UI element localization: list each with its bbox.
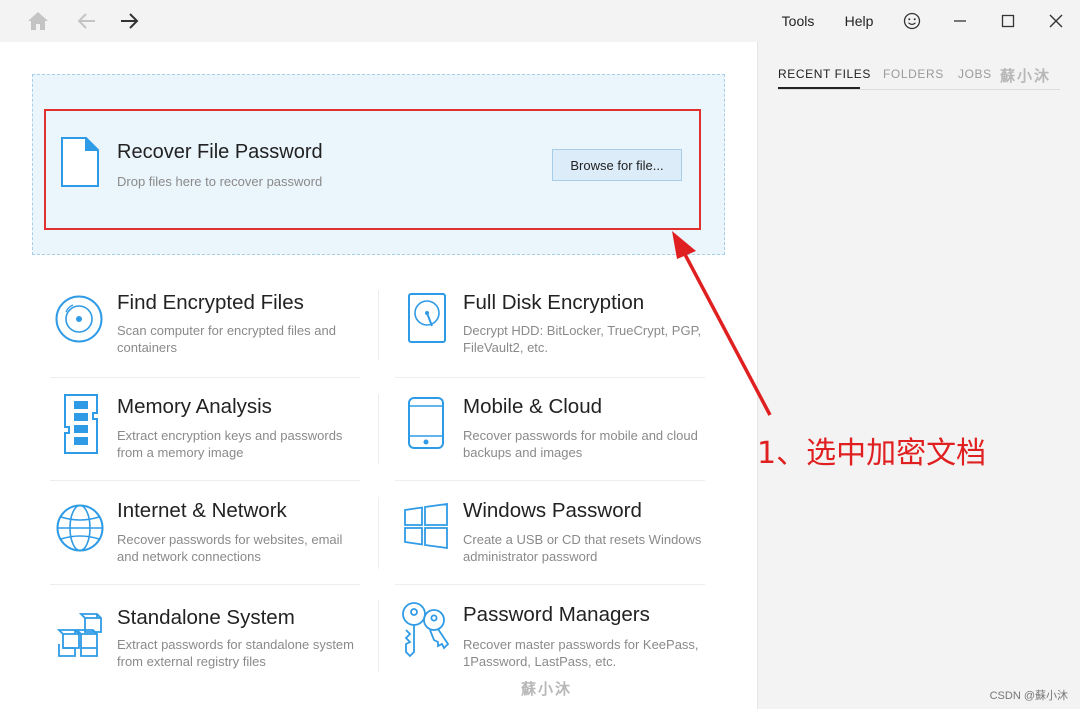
side-panel: RECENT FILES FOLDERS JOBS 蘇小沐 <box>757 42 1080 709</box>
card-description: Extract encryption keys and passwords fr… <box>117 428 343 460</box>
cubes-icon <box>56 613 102 657</box>
tab-folders[interactable]: FOLDERS <box>883 67 944 81</box>
watermark-bottom: 蘇小沐 <box>521 680 573 698</box>
separator <box>378 600 379 672</box>
minimize-icon <box>954 20 966 22</box>
tab-jobs[interactable]: JOBS <box>958 67 992 81</box>
card-title: Full Disk Encryption <box>463 291 645 314</box>
annotation-arrow-icon <box>672 231 772 416</box>
arrow-left-icon <box>77 13 95 29</box>
forward-button[interactable] <box>116 0 142 42</box>
maximize-button[interactable] <box>994 0 1022 42</box>
card-title: Find Encrypted Files <box>117 291 304 314</box>
separator <box>378 497 379 569</box>
card-title: Mobile & Cloud <box>463 395 603 418</box>
card-title: Memory Analysis <box>117 395 272 418</box>
back-button[interactable] <box>74 0 100 42</box>
minimize-button[interactable] <box>946 0 974 42</box>
home-button[interactable] <box>24 0 52 42</box>
card-title: Internet & Network <box>117 499 287 522</box>
card-title: Windows Password <box>463 499 642 522</box>
help-menu[interactable]: Help <box>838 0 880 42</box>
card-description: Extract passwords for standalone system … <box>117 637 354 669</box>
file-icon <box>61 137 99 187</box>
separator <box>395 584 705 585</box>
card-description: Recover passwords for mobile and cloud b… <box>463 428 698 460</box>
tools-menu[interactable]: Tools <box>776 0 820 42</box>
keys-icon <box>402 602 450 658</box>
card-description: Scan computer for encrypted files and co… <box>117 323 336 355</box>
browse-button[interactable]: Browse for file... <box>552 149 682 181</box>
hard-disk-icon <box>408 293 446 343</box>
card-description: Recover passwords for websites, email an… <box>117 532 343 564</box>
watermark-top: 蘇小沐 <box>1000 67 1052 85</box>
card-description: Recover master passwords for KeePass, 1P… <box>463 637 699 669</box>
home-icon <box>28 12 48 30</box>
card-title: Standalone System <box>117 606 295 629</box>
separator <box>395 377 705 378</box>
separator <box>50 377 360 378</box>
separator <box>378 394 379 464</box>
separator <box>378 290 379 360</box>
memory-chip-icon <box>64 394 98 454</box>
feedback-button[interactable] <box>900 0 924 42</box>
card-description: Create a USB or CD that resets Windows a… <box>463 532 702 564</box>
mobile-phone-icon <box>408 397 444 449</box>
card-title: Password Managers <box>463 603 650 626</box>
separator <box>395 480 705 481</box>
globe-icon <box>56 504 104 552</box>
recover-subtitle: Drop files here to recover password <box>117 174 323 189</box>
annotation-text: 1、选中加密文档 <box>757 436 987 471</box>
maximize-icon <box>1001 14 1015 28</box>
smiley-icon <box>903 12 921 30</box>
arrow-right-icon <box>121 13 139 29</box>
close-button[interactable] <box>1042 0 1070 42</box>
tab-divider <box>778 89 1060 90</box>
tab-recent-files[interactable]: RECENT FILES <box>778 67 871 81</box>
windows-logo-icon <box>404 503 448 549</box>
separator <box>50 480 360 481</box>
recover-title: Recover File Password <box>117 141 323 163</box>
title-bar: Tools Help <box>0 0 1080 42</box>
disc-search-icon <box>55 295 103 343</box>
active-tab-indicator <box>778 87 860 89</box>
close-icon <box>1049 14 1063 28</box>
footer-watermark: CSDN @蘇小沐 <box>989 690 1068 702</box>
separator <box>50 584 360 585</box>
